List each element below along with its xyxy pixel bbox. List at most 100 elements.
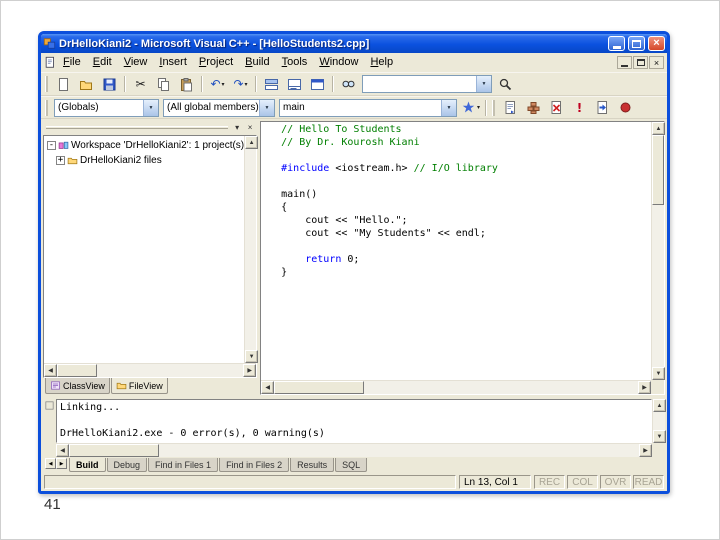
scrollbar-thumb[interactable] <box>652 135 664 205</box>
tab-classview[interactable]: ClassView <box>45 378 110 394</box>
dock-pin-button[interactable]: ▾ <box>231 122 243 133</box>
workspace-button[interactable] <box>260 74 283 94</box>
collapse-icon[interactable]: - <box>47 141 56 150</box>
code-line[interactable]: main() <box>281 188 649 201</box>
code-line[interactable] <box>281 240 649 253</box>
compile-button[interactable] <box>499 98 522 118</box>
cut-button[interactable]: ✂ <box>129 74 152 94</box>
undo-button[interactable]: ↶ ▾ <box>206 74 229 94</box>
members-combo[interactable]: (All global members) ▼ <box>163 98 275 117</box>
function-combo[interactable]: main ▼ <box>279 98 457 117</box>
toolbar-grip[interactable] <box>45 99 48 116</box>
scroll-left-icon[interactable]: ◀ <box>44 364 57 377</box>
output-button[interactable] <box>283 74 306 94</box>
workspace-tree[interactable]: - Workspace 'DrHelloKiani2': 1 project(s… <box>44 136 244 363</box>
output-panel-grip[interactable] <box>43 399 56 443</box>
chevron-down-icon[interactable]: ▼ <box>259 99 274 116</box>
menu-help[interactable]: Help <box>364 55 399 70</box>
menu-insert[interactable]: Insert <box>153 55 193 70</box>
redo-button[interactable]: ↷ ▾ <box>229 74 252 94</box>
output-horizontal-scrollbar[interactable]: ◀ ▶ <box>56 443 652 457</box>
search-button[interactable] <box>494 74 517 94</box>
code-line[interactable]: } <box>281 266 649 279</box>
chevron-down-icon[interactable]: ▾ <box>477 104 480 111</box>
menu-build[interactable]: Build <box>239 55 275 70</box>
scroll-left-icon[interactable]: ◀ <box>261 381 275 394</box>
panel-close-button[interactable]: × <box>244 122 256 133</box>
breakpoint-button[interactable] <box>614 98 637 118</box>
chevron-down-icon[interactable]: ▼ <box>143 99 158 116</box>
code-line[interactable]: cout << "Hello."; <box>281 214 649 227</box>
chevron-down-icon[interactable]: ▼ <box>476 76 491 92</box>
code-line[interactable]: // Hello To Students <box>281 123 649 136</box>
find-text-combo[interactable]: ▼ <box>362 75 492 93</box>
new-file-button[interactable] <box>52 74 75 94</box>
menu-tools[interactable]: Tools <box>276 55 314 70</box>
code-line[interactable]: cout << "My Students" << endl; <box>281 227 649 240</box>
output-tab-debug[interactable]: Debug <box>106 458 148 472</box>
output-text[interactable]: Linking... DrHelloKiani2.exe - 0 error(s… <box>56 399 652 443</box>
mdi-minimize-button[interactable] <box>617 56 632 69</box>
scroll-down-icon[interactable]: ▼ <box>653 430 666 443</box>
code-line[interactable]: return 0; <box>281 253 649 266</box>
find-in-files-button[interactable] <box>337 74 360 94</box>
maximize-button[interactable] <box>628 36 645 51</box>
expand-icon[interactable]: + <box>56 156 65 165</box>
globals-combo[interactable]: (Globals) ▼ <box>54 98 159 117</box>
code-line[interactable] <box>281 175 649 188</box>
scrollbar-thumb[interactable] <box>274 381 365 394</box>
tabs-scroll-left-icon[interactable]: ◀ <box>45 458 56 469</box>
output-vertical-scrollbar[interactable]: ▲ ▼ <box>652 399 666 443</box>
minimize-button[interactable] <box>608 36 625 51</box>
code-area[interactable]: // Hello To Students// By Dr. Kourosh Ki… <box>261 122 651 380</box>
tree-vertical-scrollbar[interactable]: ▲ ▼ <box>244 136 259 363</box>
scrollbar-thumb[interactable] <box>57 364 97 377</box>
close-button[interactable]: × <box>648 36 665 51</box>
chevron-down-icon[interactable]: ▾ <box>245 81 248 88</box>
editor-vertical-scrollbar[interactable]: ▲ ▼ <box>651 122 665 380</box>
output-tab-build[interactable]: Build <box>69 458 106 472</box>
stop-build-button[interactable] <box>545 98 568 118</box>
scroll-left-icon[interactable]: ◀ <box>56 444 69 457</box>
execute-button[interactable]: ! <box>568 98 591 118</box>
tree-horizontal-scrollbar[interactable]: ◀ ▶ <box>44 363 257 377</box>
scrollbar-thumb[interactable] <box>69 444 159 457</box>
scroll-down-icon[interactable]: ▼ <box>245 350 259 363</box>
output-tab-find-in-files-1[interactable]: Find in Files 1 <box>148 458 219 472</box>
scroll-up-icon[interactable]: ▲ <box>652 122 665 135</box>
code-line[interactable]: // By Dr. Kourosh Kiani <box>281 136 649 149</box>
save-button[interactable] <box>98 74 121 94</box>
menu-window[interactable]: Window <box>313 55 364 70</box>
scroll-right-icon[interactable]: ▶ <box>639 444 652 457</box>
menu-view[interactable]: View <box>118 55 154 70</box>
window-list-button[interactable] <box>306 74 329 94</box>
code-line[interactable]: { <box>281 201 649 214</box>
paste-button[interactable] <box>175 74 198 94</box>
panel-grip[interactable] <box>46 126 229 129</box>
scroll-right-icon[interactable]: ▶ <box>638 381 651 394</box>
chevron-down-icon[interactable]: ▼ <box>441 99 456 116</box>
scroll-up-icon[interactable]: ▲ <box>245 136 259 149</box>
build-button[interactable] <box>522 98 545 118</box>
output-tab-sql[interactable]: SQL <box>335 458 368 472</box>
tab-fileview[interactable]: FileView <box>110 378 168 394</box>
tabs-scroll-right-icon[interactable]: ▶ <box>56 458 67 469</box>
toolbar-grip[interactable] <box>45 76 48 92</box>
editor-horizontal-scrollbar[interactable]: ◀ ▶ <box>261 380 651 394</box>
open-folder-button[interactable] <box>75 74 98 94</box>
menu-file[interactable]: File <box>57 55 87 70</box>
workspace-panel-header[interactable]: ▾ × <box>43 121 257 135</box>
wizard-action-button[interactable]: ▾ <box>459 98 482 118</box>
scroll-right-icon[interactable]: ▶ <box>243 364 257 377</box>
output-tab-results[interactable]: Results <box>290 458 335 472</box>
scroll-down-icon[interactable]: ▼ <box>652 367 665 380</box>
menu-project[interactable]: Project <box>193 55 239 70</box>
mdi-close-button[interactable]: × <box>649 56 664 69</box>
go-button[interactable] <box>591 98 614 118</box>
chevron-down-icon[interactable]: ▾ <box>222 81 225 88</box>
menu-edit[interactable]: Edit <box>87 55 118 70</box>
toolbar-grip[interactable] <box>492 99 495 116</box>
tree-item-project-files[interactable]: + DrHelloKiani2 files <box>47 153 244 168</box>
code-line[interactable] <box>281 149 649 162</box>
mdi-restore-button[interactable] <box>633 56 648 69</box>
